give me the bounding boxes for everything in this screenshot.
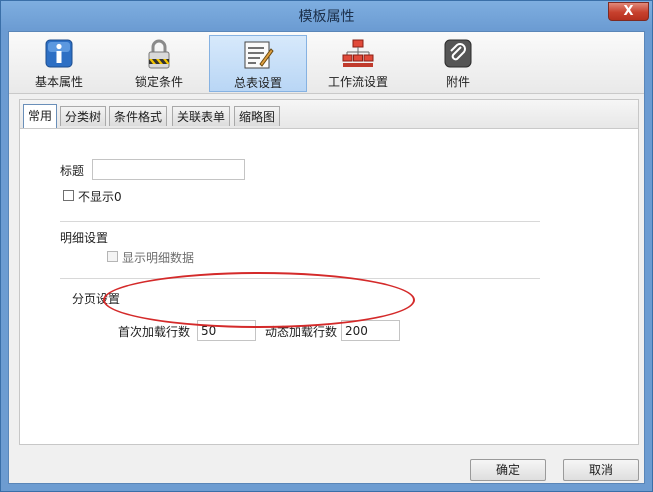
toolbar-item-label: 基本属性: [34, 75, 83, 89]
tab-conditional-format[interactable]: 条件格式: [109, 106, 168, 126]
title-bar[interactable]: 模板属性 X: [1, 1, 652, 31]
section-divider: [60, 221, 540, 222]
first-load-rows-input[interactable]: [197, 320, 256, 341]
show-detail-label: 显示明细数据: [122, 251, 195, 265]
workflow-icon: [342, 39, 374, 67]
toolbar-item-label: 总表设置: [233, 76, 282, 90]
first-load-rows-label: 首次加载行数: [118, 325, 191, 339]
cancel-button[interactable]: 取消: [563, 459, 639, 481]
tab-strip: 常用 分类树 条件格式 关联表单 缩略图: [20, 100, 638, 129]
info-icon: [45, 39, 73, 68]
toolbar-item-label: 工作流设置: [327, 75, 388, 89]
toolbar-item-label: 锁定条件: [134, 75, 183, 89]
close-button[interactable]: X: [608, 2, 649, 21]
lock-icon: [148, 39, 170, 69]
category-toolbar: 基本属性 锁定条件 总表设置 工作流设置 附件: [9, 32, 644, 94]
show-detail-checkbox[interactable]: [107, 251, 118, 262]
detail-settings-heading: 明细设置: [60, 231, 109, 245]
dialog-body: 基本属性 锁定条件 总表设置 工作流设置 附件 常用 分类树 条件格式 关联表单…: [8, 31, 645, 484]
hide-zero-checkbox[interactable]: [63, 190, 74, 201]
toolbar-item-lock-conditions[interactable]: 锁定条件: [110, 35, 208, 92]
settings-tab-panel: 常用 分类树 条件格式 关联表单 缩略图 标题 不显示0 明细设置 显示明细数据…: [19, 99, 639, 445]
tab-linked-forms[interactable]: 关联表单: [172, 106, 231, 126]
paperclip-icon: [444, 39, 472, 68]
toolbar-item-attachments[interactable]: 附件: [409, 35, 507, 92]
tab-common[interactable]: 常用: [23, 104, 58, 128]
toolbar-item-summary-settings[interactable]: 总表设置: [209, 35, 307, 92]
dynamic-load-rows-label: 动态加载行数: [265, 325, 338, 339]
title-label: 标题: [60, 164, 85, 178]
dynamic-load-rows-input[interactable]: [341, 320, 400, 341]
window-title: 模板属性: [298, 9, 355, 25]
summary-table-icon: [244, 41, 274, 69]
dialog-window: 模板属性 X 基本属性 锁定条件 总表设置 工作流设置 附件 常用 分类树 条件…: [0, 0, 653, 492]
title-input[interactable]: [92, 159, 245, 180]
tab-category-tree[interactable]: 分类树: [60, 106, 107, 126]
ok-button[interactable]: 确定: [470, 459, 546, 481]
paging-settings-heading: 分页设置: [72, 292, 121, 306]
section-divider: [60, 278, 540, 279]
toolbar-item-label: 附件: [445, 75, 470, 89]
toolbar-item-workflow-settings[interactable]: 工作流设置: [309, 35, 407, 92]
hide-zero-label: 不显示0: [78, 190, 122, 204]
toolbar-item-basic-properties[interactable]: 基本属性: [10, 35, 108, 92]
tab-thumbnail[interactable]: 缩略图: [234, 106, 281, 126]
